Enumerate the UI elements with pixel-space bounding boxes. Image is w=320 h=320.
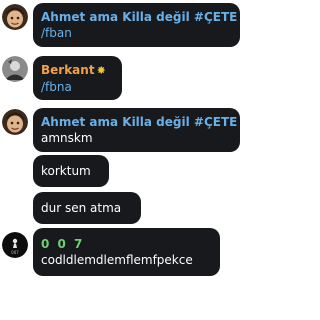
message-bubble[interactable]: 0 0 7 codldlemdlemflemfpekce (33, 228, 220, 276)
message-bubble[interactable]: Ahmet ama Killa değil #ÇETE amnskm (33, 108, 240, 152)
message-text[interactable]: amnskm (41, 130, 232, 146)
user-avatar-ahmet[interactable] (2, 109, 28, 135)
cartoon-face-icon (2, 109, 28, 135)
message-bubble[interactable]: Berkant ✸ /fbna (33, 56, 122, 100)
message-text[interactable]: /fban (41, 25, 232, 41)
dark-avatar-icon: 007 (2, 232, 28, 258)
message-bubble[interactable]: Ahmet ama Killa değil #ÇETE /fban (33, 3, 240, 47)
sender-name-text[interactable]: Berkant (41, 63, 95, 77)
user-avatar-ahmet[interactable] (2, 4, 28, 30)
message-bubble[interactable]: korktum (33, 155, 109, 187)
sender-name[interactable]: Ahmet ama Killa değil #ÇETE (41, 114, 237, 130)
sender-name[interactable]: Ahmet ama Killa değil #ÇETE (41, 9, 237, 25)
message-text[interactable]: dur sen atma (41, 200, 133, 216)
message-text[interactable]: korktum (41, 163, 101, 179)
message-bubble[interactable]: dur sen atma (33, 192, 141, 224)
chat-message-list: Ahmet ama Killa değil #ÇETE /fban Berkan… (0, 0, 244, 320)
sender-name[interactable]: Berkant ✸ (41, 62, 114, 79)
cartoon-face-icon (2, 4, 28, 30)
message-text[interactable]: /fbna (41, 79, 114, 95)
sparkle-star-icon: ✸ (96, 64, 106, 77)
message-text[interactable]: codldlemdlemflemfpekce (41, 252, 212, 268)
sender-name[interactable]: 0 0 7 (41, 236, 212, 252)
user-avatar-berkant[interactable] (2, 56, 28, 82)
user-avatar-007[interactable]: 007 (2, 232, 28, 258)
photo-avatar-icon (2, 56, 28, 82)
svg-text:007: 007 (11, 250, 19, 255)
